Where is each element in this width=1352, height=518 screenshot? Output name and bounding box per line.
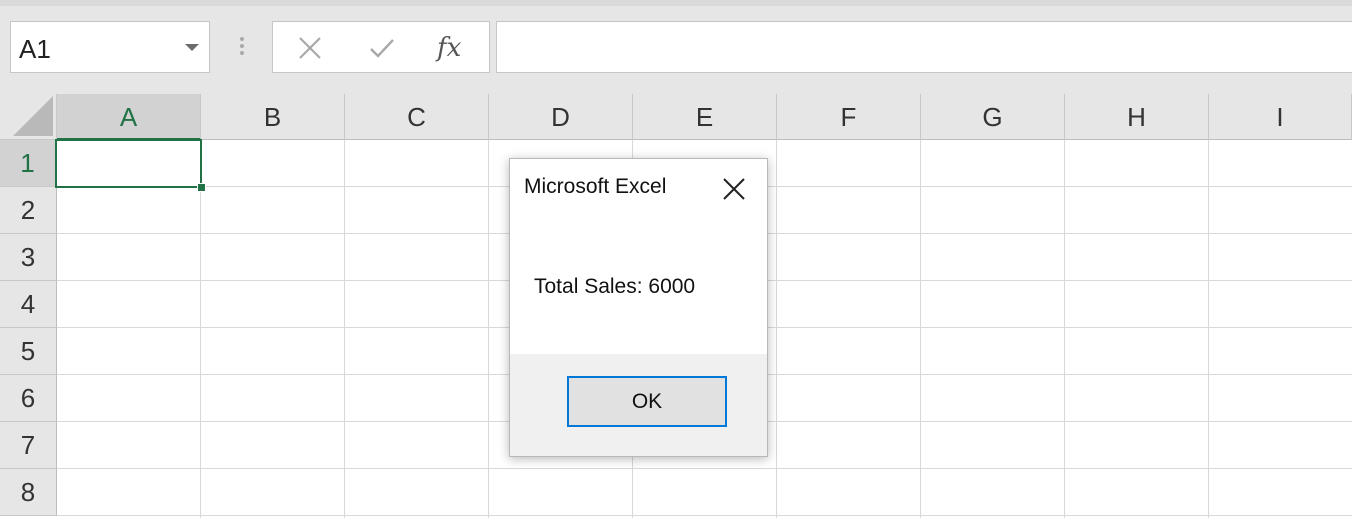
column-header-f[interactable]: F (777, 94, 921, 140)
formula-bar: A1 fx (0, 0, 1352, 94)
row-header-3[interactable]: 3 (0, 234, 57, 281)
drag-grip-icon[interactable] (240, 37, 244, 59)
column-header-e[interactable]: E (633, 94, 777, 140)
cancel-icon[interactable] (295, 33, 325, 63)
column-header-a[interactable]: A (57, 94, 201, 140)
close-icon[interactable] (718, 173, 750, 205)
select-all-button[interactable] (0, 94, 57, 140)
row-header-7[interactable]: 7 (0, 422, 57, 469)
column-header-c[interactable]: C (345, 94, 489, 140)
dialog-footer: OK (510, 354, 767, 456)
row-header-4[interactable]: 4 (0, 281, 57, 328)
column-header-h[interactable]: H (1065, 94, 1209, 140)
checkmark-icon[interactable] (367, 33, 397, 63)
formula-buttons: fx (272, 21, 490, 73)
select-all-triangle-icon (13, 96, 53, 136)
active-cell-a1[interactable] (55, 139, 202, 188)
row-header-1[interactable]: 1 (0, 140, 57, 187)
column-header-g[interactable]: G (921, 94, 1065, 140)
dialog-title: Microsoft Excel (524, 175, 667, 198)
name-box[interactable]: A1 (10, 21, 210, 73)
column-header-i[interactable]: I (1209, 94, 1352, 140)
formula-input[interactable] (496, 21, 1352, 73)
row-header-6[interactable]: 6 (0, 375, 57, 422)
column-header-d[interactable]: D (489, 94, 633, 140)
ribbon-edge (0, 0, 1352, 6)
row-header-2[interactable]: 2 (0, 187, 57, 234)
message-box-dialog: Microsoft Excel Total Sales: 6000 OK (509, 158, 768, 457)
column-header-b[interactable]: B (201, 94, 345, 140)
insert-function-icon[interactable]: fx (437, 28, 477, 68)
row-header-8[interactable]: 8 (0, 469, 57, 516)
ok-button[interactable]: OK (567, 376, 727, 427)
dialog-message: Total Sales: 6000 (534, 275, 696, 298)
name-box-value: A1 (19, 34, 51, 64)
chevron-down-icon[interactable] (185, 44, 199, 51)
row-header-5[interactable]: 5 (0, 328, 57, 375)
fill-handle[interactable] (197, 183, 206, 192)
